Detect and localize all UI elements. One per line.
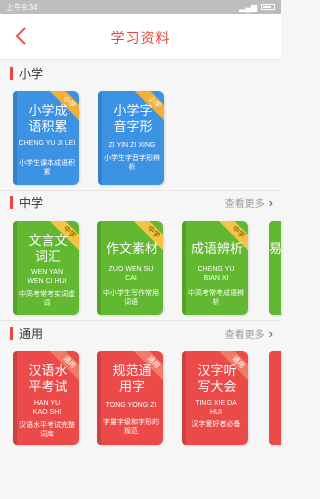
book-card[interactable]: 通用 汉字听写大会 TING XIE DA HUI 汉字爱好者必备 <box>182 351 248 445</box>
book-title: 小学成语积累 <box>28 103 68 134</box>
book-title: 汉字听写大会 <box>197 363 237 394</box>
nav-bar: 学习资料 <box>0 14 281 60</box>
section-title: 小学 <box>19 66 44 81</box>
book-title: 汉语水平考试 <box>28 363 68 394</box>
book-card-partial[interactable] <box>269 351 281 445</box>
book-desc: 小学生字音字形辨析 <box>104 155 160 171</box>
book-desc: 字量字级和字形的规范 <box>103 419 159 435</box>
see-more-link-general[interactable]: 查看更多 › <box>225 326 273 341</box>
battery-icon <box>261 4 275 10</box>
section-title: 通用 <box>19 326 44 341</box>
book-title: 小学字音字形 <box>113 103 153 134</box>
book-card[interactable]: 小学 小学字音字形 ZI YIN ZI XING 小学生字音字形辨析 <box>98 91 164 185</box>
status-time: 上午9:34 <box>6 2 38 12</box>
book-card-partial[interactable]: 易 <box>269 221 281 315</box>
section-header-general: 通用 查看更多 › <box>0 322 281 344</box>
book-pinyin: ZI YIN ZI XING <box>108 142 156 149</box>
book-pinyin: CHENG YU JI LEI <box>18 140 76 147</box>
book-desc: 汉语水平考试完整词库 <box>19 422 75 438</box>
book-pinyin: TONG YONG ZI <box>105 402 157 409</box>
signal-icon: ▂▄▆ <box>239 2 257 12</box>
book-desc: 小学生课本成语积累 <box>19 160 75 176</box>
page-title: 学习资料 <box>110 30 171 46</box>
book-card[interactable]: 小学 小学成语积累 CHENG YU JI LEI 小学生课本成语积累 <box>13 91 79 185</box>
section-header-middle: 中学 查看更多 › <box>0 191 281 213</box>
status-bar: 上午9:34 ▂▄▆ <box>0 0 281 14</box>
book-desc: 中小学生写作常用词语 <box>103 290 159 306</box>
section-title: 中学 <box>19 195 44 210</box>
book-card[interactable]: 中学 成语辨析 CHENG YU BIAN XI 中高考常考成语辨析 <box>182 221 248 315</box>
book-desc: 中高考常考成语辨析 <box>188 290 244 306</box>
section-accent-bar <box>10 66 13 80</box>
book-card[interactable]: 通用 规范通用字 TONG YONG ZI 字量字级和字形的规范 <box>97 351 163 445</box>
see-more-link-middle[interactable]: 查看更多 › <box>225 195 273 210</box>
status-icons: ▂▄▆ <box>239 3 275 12</box>
chevron-right-icon: › <box>268 326 273 341</box>
book-card[interactable]: 中学 文言文词汇 WEN YAN WEN CI HUI 中高考常考实词虚词 <box>13 221 79 315</box>
see-more-label: 查看更多 <box>224 199 265 210</box>
section-accent-bar <box>10 326 13 340</box>
book-title: 规范通用字 <box>112 363 152 394</box>
book-pinyin: TING XIE DA HUI <box>195 400 237 416</box>
book-title: 作文素材 <box>105 241 158 256</box>
book-pinyin: CHENG YU BIAN XI <box>197 266 235 282</box>
chevron-right-icon: › <box>268 195 273 210</box>
book-pinyin: WEN YAN WEN CI HUI <box>27 269 67 285</box>
book-pinyin: HAN YU KAO SHI <box>32 400 62 416</box>
book-card[interactable]: 通用 汉语水平考试 HAN YU KAO SHI 汉语水平考试完整词库 <box>13 351 79 445</box>
section-accent-bar <box>10 195 13 209</box>
book-title: 成语辨析 <box>190 241 243 256</box>
see-more-label: 查看更多 <box>224 330 265 341</box>
book-pinyin: ZUO WEN SU CAI <box>108 266 154 282</box>
book-desc: 中高考常考实词虚词 <box>19 291 75 307</box>
book-card[interactable]: 中学 作文素材 ZUO WEN SU CAI 中小学生写作常用词语 <box>97 221 163 315</box>
book-title: 易 <box>269 241 281 256</box>
divider <box>0 320 281 321</box>
book-title: 文言文词汇 <box>28 233 68 264</box>
book-desc: 汉字爱好者必备 <box>191 421 241 428</box>
section-header-primary: 小学 <box>0 62 281 84</box>
